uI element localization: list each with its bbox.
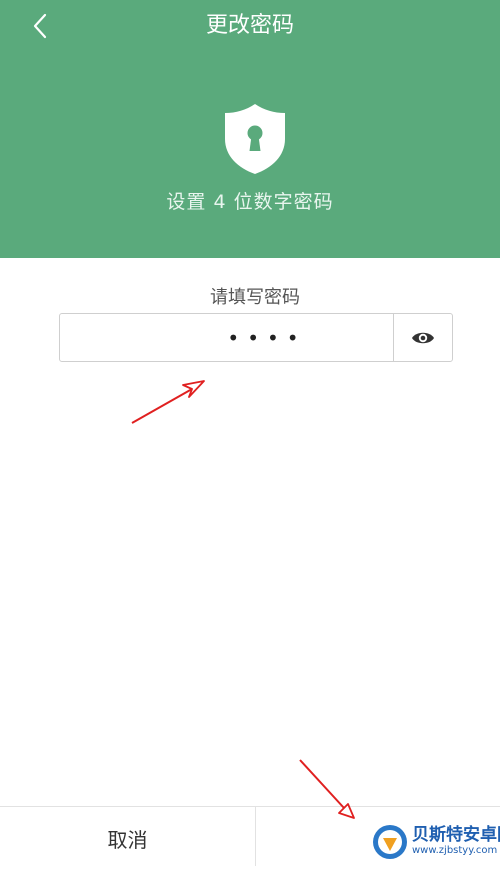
password-input[interactable]: •••• [59, 313, 394, 362]
shield-keyhole-icon [222, 102, 288, 176]
show-password-button[interactable] [393, 313, 453, 362]
password-label: 请填写密码 [210, 287, 300, 308]
cancel-button[interactable]: 取消 [0, 807, 255, 866]
watermark-emblem [373, 825, 407, 859]
eye-icon [412, 332, 434, 344]
watermark-logo: 贝斯特安卓网 www.zjbstyy.com [370, 818, 500, 865]
watermark-url: www.zjbstyy.com [412, 845, 498, 856]
instruction-text: 设置 4 位数字密码 [166, 191, 334, 213]
annotation-arrow [131, 380, 205, 424]
header: 更改密码 设置 4 位数字密码 [0, 0, 500, 258]
watermark-name: 贝斯特安卓网 [412, 825, 500, 845]
page-title: 更改密码 [205, 13, 294, 38]
